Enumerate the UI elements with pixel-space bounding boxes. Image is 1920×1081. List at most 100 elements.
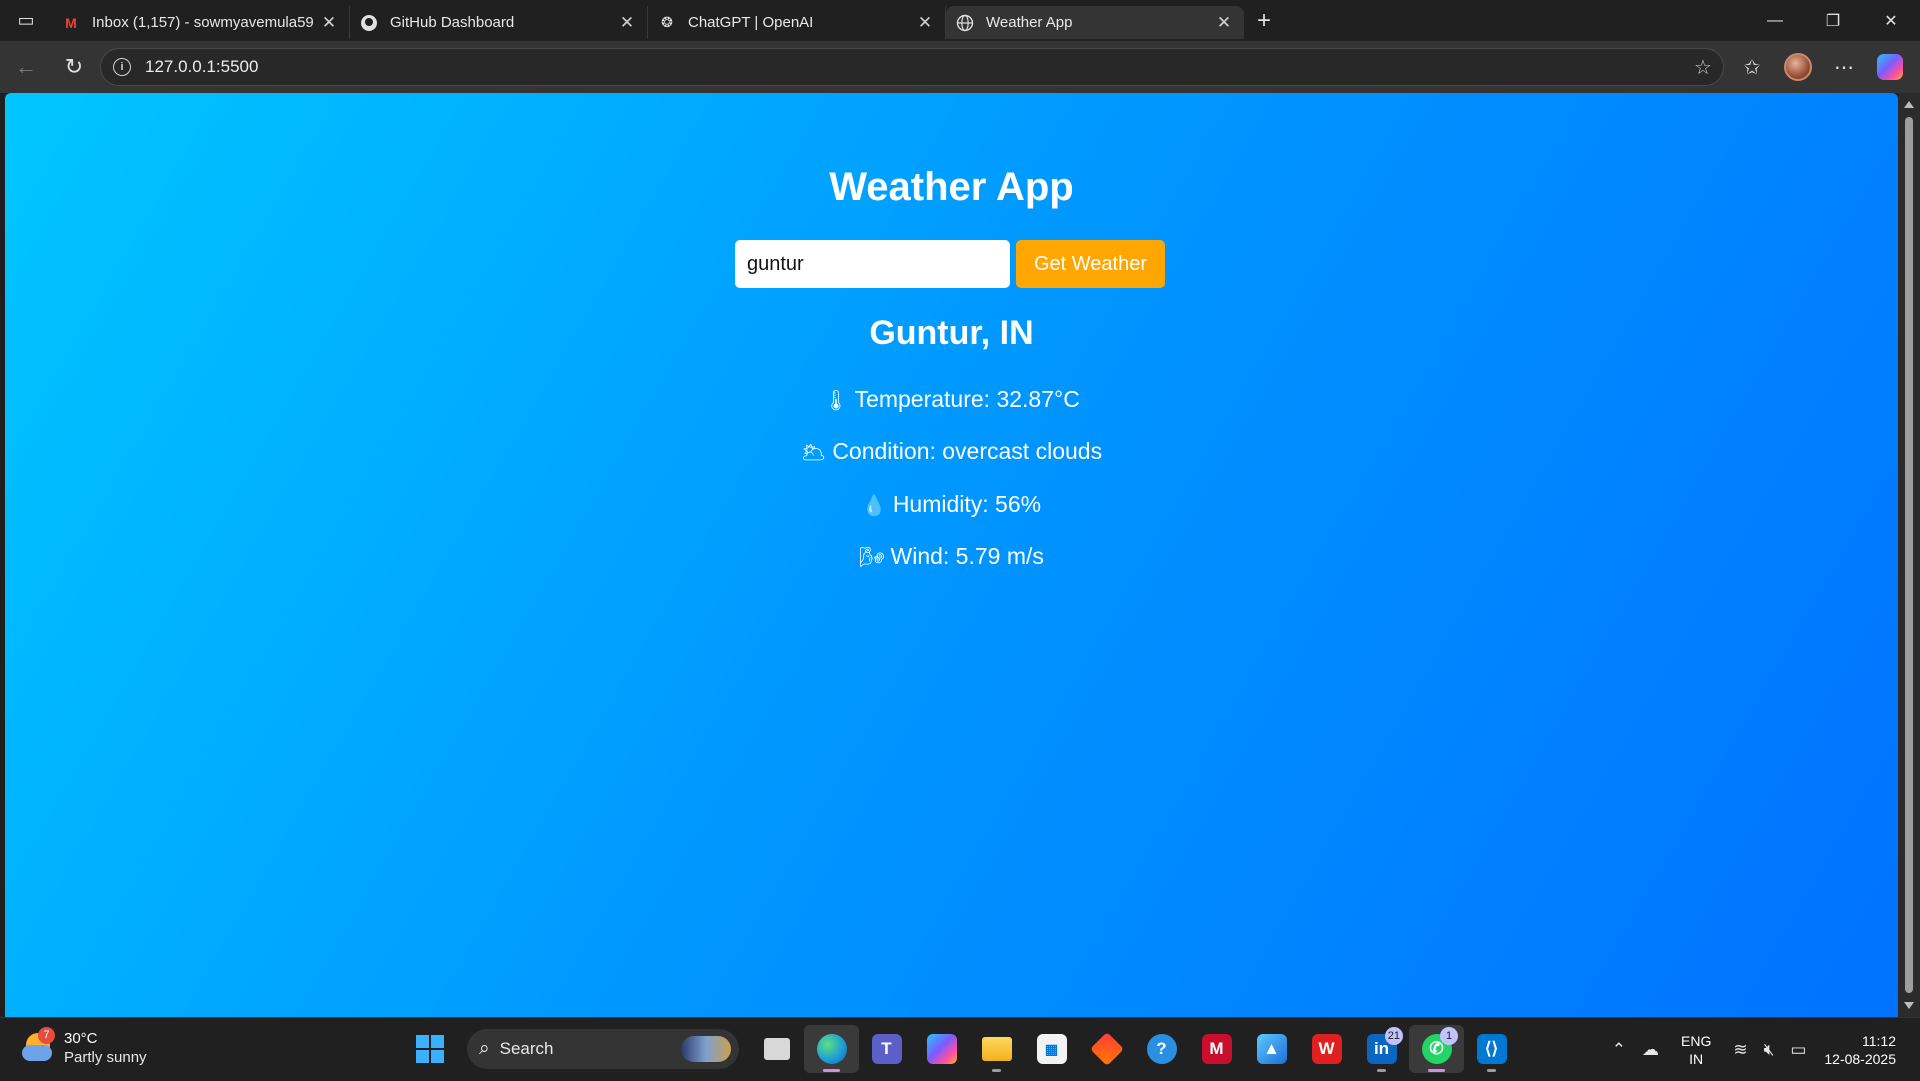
chevron-up-icon[interactable]: ⌃ bbox=[1604, 1040, 1634, 1060]
browser-tab-strip: ▭ M Inbox (1,157) - sowmyavemula59@gmail… bbox=[0, 0, 1920, 41]
tab-gmail[interactable]: M Inbox (1,157) - sowmyavemula59@gmail.c… bbox=[52, 6, 350, 39]
clock[interactable]: 11:12 12-08-2025 bbox=[1814, 1032, 1920, 1068]
get-weather-button[interactable]: Get Weather bbox=[1016, 240, 1165, 288]
taskbar-search[interactable]: ⌕ Search bbox=[467, 1029, 739, 1069]
clock-time: 11:12 bbox=[1862, 1032, 1896, 1049]
edge-icon bbox=[816, 1034, 847, 1064]
copilot-icon[interactable] bbox=[1870, 45, 1910, 89]
mcafee-icon: M bbox=[1201, 1034, 1232, 1064]
tab-title: Weather App bbox=[986, 14, 1073, 31]
weather-badge: 7 bbox=[38, 1027, 55, 1044]
search-row: Get Weather bbox=[735, 240, 1165, 288]
wind-icon: 🌬 bbox=[859, 547, 885, 569]
condition-text: Condition: overcast clouds bbox=[832, 438, 1103, 464]
tab-actions-icon[interactable]: ▭ bbox=[0, 0, 52, 41]
photos-button[interactable]: ▲ bbox=[1244, 1025, 1299, 1073]
weather-temp: 30°C bbox=[64, 1030, 98, 1047]
restore-icon[interactable]: ❐ bbox=[1804, 0, 1862, 41]
globe-icon bbox=[956, 14, 974, 32]
weather-widget[interactable]: 7 30°C Partly sunny bbox=[22, 1027, 147, 1067]
favorite-star-icon[interactable]: ☆ bbox=[1683, 55, 1723, 80]
help-button[interactable]: ? bbox=[1134, 1025, 1189, 1073]
copilot-taskbar-button[interactable] bbox=[914, 1025, 969, 1073]
temperature-line: 🌡 Temperature: 32.87°C bbox=[5, 386, 1898, 413]
volume-muted-icon[interactable]: 🔇︎ bbox=[1756, 1040, 1783, 1060]
teams-taskbar-button[interactable]: T bbox=[859, 1025, 914, 1073]
clock-date: 12-08-2025 bbox=[1824, 1050, 1896, 1067]
tab-github[interactable]: GitHub Dashboard ✕ bbox=[350, 6, 648, 39]
taskbar: 7 30°C Partly sunny ⌕ Search T ▦ ? M ▲ W… bbox=[0, 1017, 1920, 1080]
favorites-icon[interactable]: ✩ bbox=[1732, 45, 1772, 89]
page-viewport: Weather App Get Weather Guntur, IN 🌡Temp… bbox=[5, 93, 1898, 1017]
more-options-icon[interactable]: ⋯ bbox=[1824, 45, 1864, 89]
new-tab-icon[interactable]: + bbox=[1244, 7, 1284, 35]
start-button[interactable] bbox=[402, 1025, 457, 1073]
tab-close-icon[interactable]: ✕ bbox=[1214, 13, 1234, 33]
wps-button[interactable]: W bbox=[1299, 1025, 1354, 1073]
droplet-icon: 💧 bbox=[861, 495, 887, 517]
address-bar[interactable]: i 127.0.0.1:5500 ☆ bbox=[100, 48, 1724, 86]
lang-top: ENG bbox=[1681, 1032, 1712, 1049]
photos-icon: ▲ bbox=[1256, 1034, 1287, 1064]
reload-icon[interactable]: ↻ bbox=[52, 45, 96, 89]
app-red-diamond-button[interactable] bbox=[1079, 1025, 1134, 1073]
city-name: Guntur, IN bbox=[869, 314, 1034, 352]
store-icon: ▦ bbox=[1036, 1034, 1067, 1064]
linkedin-badge: 21 bbox=[1384, 1027, 1403, 1045]
file-explorer-button[interactable] bbox=[969, 1025, 1024, 1073]
page-title: Weather App bbox=[829, 165, 1074, 209]
task-view-button[interactable] bbox=[749, 1025, 804, 1073]
vscode-icon: ⟨⟩ bbox=[1476, 1034, 1507, 1064]
close-window-icon[interactable]: ✕ bbox=[1862, 0, 1920, 41]
window-controls: — ❐ ✕ bbox=[1746, 0, 1920, 41]
linkedin-button[interactable]: in 21 bbox=[1354, 1025, 1409, 1073]
toolbar-right: ✩ ⋯ bbox=[1732, 45, 1910, 89]
onedrive-icon[interactable]: ☁ bbox=[1634, 1040, 1667, 1060]
site-info-icon[interactable]: i bbox=[113, 58, 131, 76]
page-scrollbar[interactable] bbox=[1898, 93, 1920, 1017]
openai-icon: ❂ bbox=[661, 14, 673, 30]
thermometer-icon: 🌡 bbox=[823, 390, 849, 412]
language-indicator[interactable]: ENG IN bbox=[1667, 1032, 1725, 1068]
help-icon: ? bbox=[1146, 1034, 1177, 1064]
mcafee-button[interactable]: M bbox=[1189, 1025, 1244, 1073]
humidity-text: Humidity: 56% bbox=[892, 491, 1042, 517]
vscode-button[interactable]: ⟨⟩ bbox=[1464, 1025, 1519, 1073]
tab-title: GitHub Dashboard bbox=[390, 14, 515, 31]
wifi-icon[interactable]: ≋ bbox=[1725, 1040, 1755, 1060]
partly-sunny-icon: 7 bbox=[22, 1027, 56, 1065]
edge-taskbar-button[interactable] bbox=[804, 1025, 859, 1073]
search-label: Search bbox=[499, 1039, 554, 1058]
profile-avatar[interactable] bbox=[1778, 45, 1818, 89]
scroll-up-icon[interactable] bbox=[1904, 101, 1914, 108]
windows-icon bbox=[415, 1035, 444, 1063]
tab-close-icon[interactable]: ✕ bbox=[319, 13, 339, 33]
battery-icon[interactable]: ▭ bbox=[1782, 1040, 1814, 1060]
cloud-icon: 🌥 bbox=[800, 442, 827, 464]
tab-close-icon[interactable]: ✕ bbox=[915, 13, 935, 33]
minimize-icon[interactable]: — bbox=[1746, 0, 1804, 41]
whatsapp-button[interactable]: ✆ 1 bbox=[1409, 1025, 1464, 1073]
wind-text: Wind: 5.79 m/s bbox=[890, 543, 1044, 569]
tab-weather-app[interactable]: Weather App ✕ bbox=[946, 6, 1244, 39]
folder-icon bbox=[981, 1037, 1012, 1061]
weather-desc: Partly sunny bbox=[64, 1049, 147, 1066]
search-highlight-icon bbox=[681, 1036, 731, 1062]
wind-line: 🌬 Wind: 5.79 m/s bbox=[5, 543, 1898, 570]
taskbar-apps: ⌕ Search T ▦ ? M ▲ W in 21 ✆ 1 ⟨⟩ bbox=[402, 1025, 1519, 1073]
copilot-app-icon bbox=[926, 1034, 957, 1064]
teams-icon: T bbox=[871, 1034, 902, 1064]
temperature-text: Temperature: 32.87°C bbox=[854, 386, 1080, 412]
gmail-icon: M bbox=[65, 14, 77, 31]
task-view-icon bbox=[763, 1038, 790, 1060]
scroll-down-icon[interactable] bbox=[1904, 1002, 1914, 1009]
github-icon bbox=[360, 14, 378, 32]
tab-chatgpt[interactable]: ❂ ChatGPT | OpenAI ✕ bbox=[648, 6, 946, 39]
tab-close-icon[interactable]: ✕ bbox=[617, 13, 637, 33]
system-tray: ⌃ ☁ ENG IN ≋ 🔇︎ ▭ 11:12 12-08-2025 bbox=[1604, 1018, 1920, 1081]
avatar bbox=[1784, 53, 1812, 81]
store-button[interactable]: ▦ bbox=[1024, 1025, 1079, 1073]
city-input[interactable] bbox=[735, 240, 1010, 288]
scroll-thumb[interactable] bbox=[1905, 117, 1913, 993]
back-icon[interactable]: ← bbox=[4, 45, 48, 89]
